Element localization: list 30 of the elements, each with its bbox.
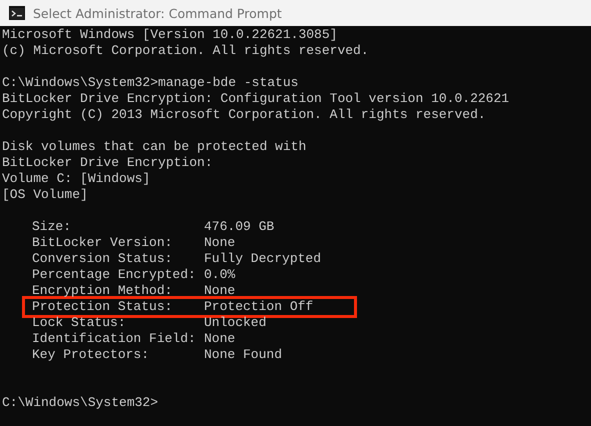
console-line: BitLocker Drive Encryption: xyxy=(2,155,213,171)
field-label: Size: xyxy=(32,219,72,235)
field-label: Conversion Status: xyxy=(32,251,174,267)
terminal-icon xyxy=(9,6,25,20)
field-label: Lock Status: xyxy=(32,315,127,331)
field-value: None xyxy=(204,235,236,251)
console-line: Volume C: [Windows] xyxy=(2,171,150,187)
console-line: (c) Microsoft Corporation. All rights reserved. xyxy=(2,43,369,59)
console-line: Copyright (C) 2013 Microsoft Corporation. All rights reserved. xyxy=(2,107,486,123)
field-label: Percentage Encrypted: xyxy=(32,267,197,283)
field-value: Unlocked xyxy=(204,315,266,331)
field-label: Identification Field: xyxy=(32,331,197,347)
console-line: BitLocker Drive Encryption: Configuration Tool version 10.0.22621 xyxy=(2,91,510,107)
console-line: Disk volumes that can be protected with xyxy=(2,139,306,155)
field-value: 0.0% xyxy=(204,267,236,283)
field-value: None Found xyxy=(204,347,282,363)
field-value: Protection Off xyxy=(204,299,314,315)
command-prompt: C:\Windows\System32> xyxy=(2,395,158,411)
console-line: [OS Volume] xyxy=(2,187,88,203)
field-label: Key Protectors: xyxy=(32,347,150,363)
field-value: 476.09 GB xyxy=(204,219,274,235)
field-label: Protection Status: xyxy=(32,299,174,315)
console-line: C:\Windows\System32>manage-bde -status xyxy=(2,75,298,91)
field-label: Encryption Method: xyxy=(32,283,174,299)
field-value: None xyxy=(204,331,236,347)
console-line: Microsoft Windows [Version 10.0.22621.3085] xyxy=(2,27,338,43)
field-value: Fully Decrypted xyxy=(204,251,322,267)
field-label: BitLocker Version: xyxy=(32,235,174,251)
field-value: None xyxy=(204,283,236,299)
window-title: Select Administrator: Command Prompt xyxy=(33,6,282,20)
